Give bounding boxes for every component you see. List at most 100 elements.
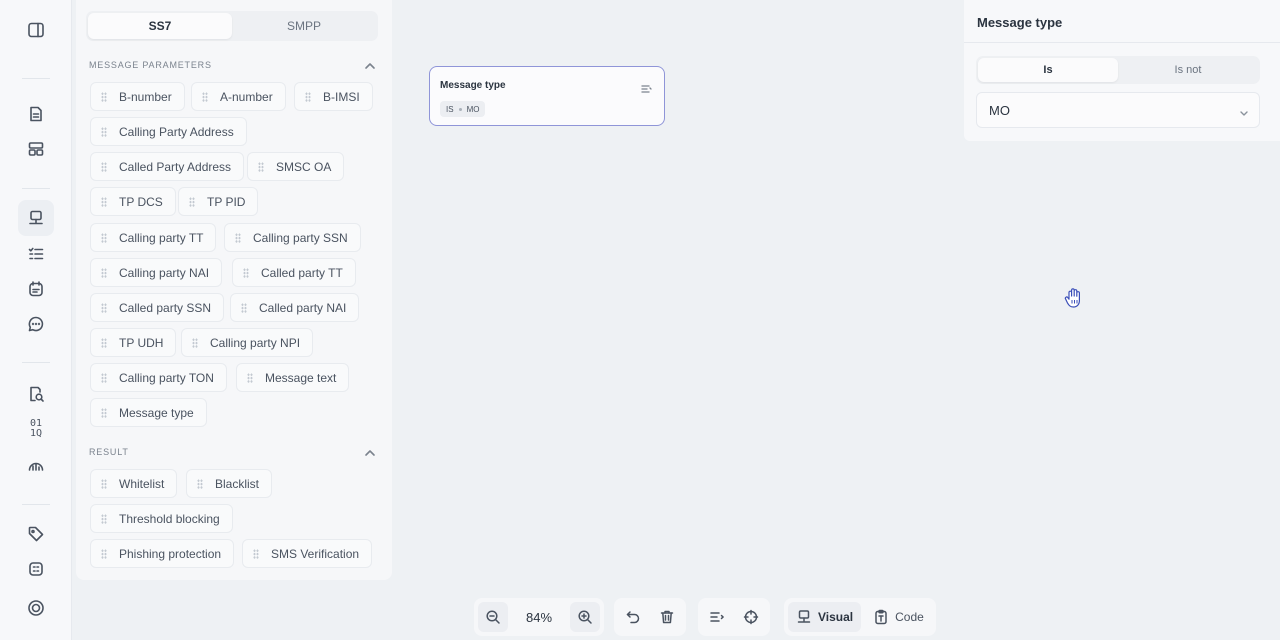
chip-label: Phishing protection [119, 546, 222, 561]
param-chip-calling-party-ssn[interactable]: Calling party SSN [224, 223, 361, 252]
delete-button[interactable] [652, 602, 682, 632]
drag-handle-icon [101, 126, 107, 137]
auto-layout-button[interactable] [702, 602, 732, 632]
chip-label: B-IMSI [323, 89, 360, 104]
rail-layouts-button[interactable] [18, 131, 54, 167]
result-chip-blacklist[interactable]: Blacklist [186, 469, 273, 498]
collapse-message-parameters-button[interactable] [364, 59, 376, 71]
param-chip-b-number[interactable]: B-number [90, 82, 185, 111]
param-chip-called-party-address[interactable]: Called Party Address [90, 152, 245, 181]
param-chip-calling-party-ton[interactable]: Calling party TON [90, 363, 227, 392]
node-operator: IS [446, 104, 454, 114]
chat-bubble-icon [28, 316, 44, 332]
chevron-down-icon [1239, 106, 1249, 116]
protocol-tabs: SS7 SMPP [86, 11, 378, 41]
crosshair-icon [743, 609, 759, 625]
chevron-up-icon [365, 63, 375, 69]
rail-analytics-button[interactable] [18, 446, 54, 482]
param-chip-b-imsi[interactable]: B-IMSI [294, 82, 373, 111]
chip-label: Blacklist [215, 476, 260, 491]
param-chip-tp-dcs[interactable]: TP DCS [90, 187, 176, 216]
chip-label: B-number [119, 89, 172, 104]
drag-handle-icon [101, 161, 107, 172]
drag-handle-icon [101, 337, 107, 348]
center-view-button[interactable] [736, 602, 766, 632]
toggle-sidebar-button[interactable] [18, 12, 54, 48]
param-chip-smsc-oa[interactable]: SMSC OA [247, 152, 345, 181]
edit-toolbar-group [614, 598, 686, 636]
tag-icon [28, 526, 44, 542]
param-chip-message-text[interactable]: Message text [236, 363, 350, 392]
param-chip-called-party-tt[interactable]: Called party TT [232, 258, 356, 287]
code-mode-button[interactable]: Code [865, 602, 932, 632]
flow-node-message-type[interactable]: Message type IS MO [429, 66, 665, 126]
param-chip-tp-pid[interactable]: TP PID [178, 187, 259, 216]
trash-icon [660, 610, 674, 624]
param-chip-calling-party-address[interactable]: Calling Party Address [90, 117, 247, 146]
param-chip-calling-party-npi[interactable]: Calling party NPI [181, 328, 314, 357]
drag-handle-icon [241, 302, 247, 313]
param-chip-a-number[interactable]: A-number [191, 82, 286, 111]
chip-label: SMSC OA [276, 159, 332, 174]
result-chip-phishing-protection[interactable]: Phishing protection [90, 539, 235, 568]
param-chip-calling-party-tt[interactable]: Calling party TT [90, 223, 217, 252]
undo-button[interactable] [618, 602, 648, 632]
chip-label: Threshold blocking [119, 511, 220, 526]
rail-apps-button[interactable] [18, 551, 54, 587]
drag-handle-icon [101, 302, 107, 313]
zoom-out-button[interactable] [478, 602, 508, 632]
node-menu-button[interactable] [641, 81, 652, 93]
rail-tags-button[interactable] [18, 516, 54, 552]
rail-messages-button[interactable] [18, 306, 54, 342]
code-mode-label: Code [895, 610, 924, 624]
drag-handle-icon [247, 372, 253, 383]
filter-lines-icon [710, 612, 724, 622]
chip-label: Calling party NAI [119, 265, 210, 280]
drag-handle-icon [253, 548, 259, 559]
param-chip-calling-party-nai[interactable]: Calling party NAI [90, 258, 223, 287]
rail-flow-builder-button[interactable] [18, 200, 54, 236]
operator-is-not-option[interactable]: Is not [1118, 58, 1258, 82]
param-chip-tp-udh[interactable]: TP UDH [90, 328, 177, 357]
result-chip-threshold-blocking[interactable]: Threshold blocking [90, 504, 233, 533]
checklist-icon [28, 247, 44, 260]
filter-lines-icon [641, 85, 652, 93]
rail-search-docs-button[interactable] [18, 376, 54, 412]
zoom-level: 84% [526, 609, 553, 625]
param-chip-called-party-nai[interactable]: Called party NAI [230, 293, 360, 322]
chip-label: TP PID [207, 194, 246, 209]
result-chip-sms-verification[interactable]: SMS Verification [242, 539, 373, 568]
chip-label: Calling party TT [119, 230, 204, 245]
icon-rail: 01 1Q [0, 0, 72, 640]
rail-settings-button[interactable] [18, 590, 54, 626]
tab-ss7[interactable]: SS7 [88, 13, 232, 39]
rail-documents-button[interactable] [18, 96, 54, 132]
result-chip-whitelist[interactable]: Whitelist [90, 469, 178, 498]
drag-handle-icon [305, 91, 311, 102]
operator-is-option[interactable]: Is [978, 58, 1118, 82]
zoom-out-icon [486, 610, 500, 624]
collapse-result-button[interactable] [364, 446, 376, 458]
param-chip-message-type[interactable]: Message type [90, 398, 207, 427]
zoom-in-button[interactable] [570, 602, 601, 632]
properties-header: Message type [964, 0, 1280, 43]
apps-box-icon [29, 562, 43, 576]
drag-handle-icon [101, 196, 107, 207]
target-circle-icon [28, 600, 44, 616]
rail-calendar-button[interactable] [18, 271, 54, 307]
result-heading: RESULT [89, 447, 129, 457]
node-value: MO [466, 104, 480, 114]
visual-mode-button[interactable]: Visual [788, 602, 862, 632]
binary-search-icon: 01 1Q [29, 418, 43, 439]
rail-binary-query-button[interactable]: 01 1Q [18, 411, 54, 447]
rail-list-button[interactable] [18, 236, 54, 272]
drag-handle-icon [101, 407, 107, 418]
message-type-select[interactable]: MO [976, 92, 1260, 128]
tab-smpp[interactable]: SMPP [232, 13, 376, 39]
param-chip-called-party-ssn[interactable]: Called party SSN [90, 293, 225, 322]
drag-handle-icon [192, 337, 198, 348]
chip-label: TP UDH [119, 335, 164, 350]
monitor-icon [29, 210, 43, 225]
chip-label: Calling Party Address [119, 124, 234, 139]
clipboard-code-icon [875, 609, 887, 625]
